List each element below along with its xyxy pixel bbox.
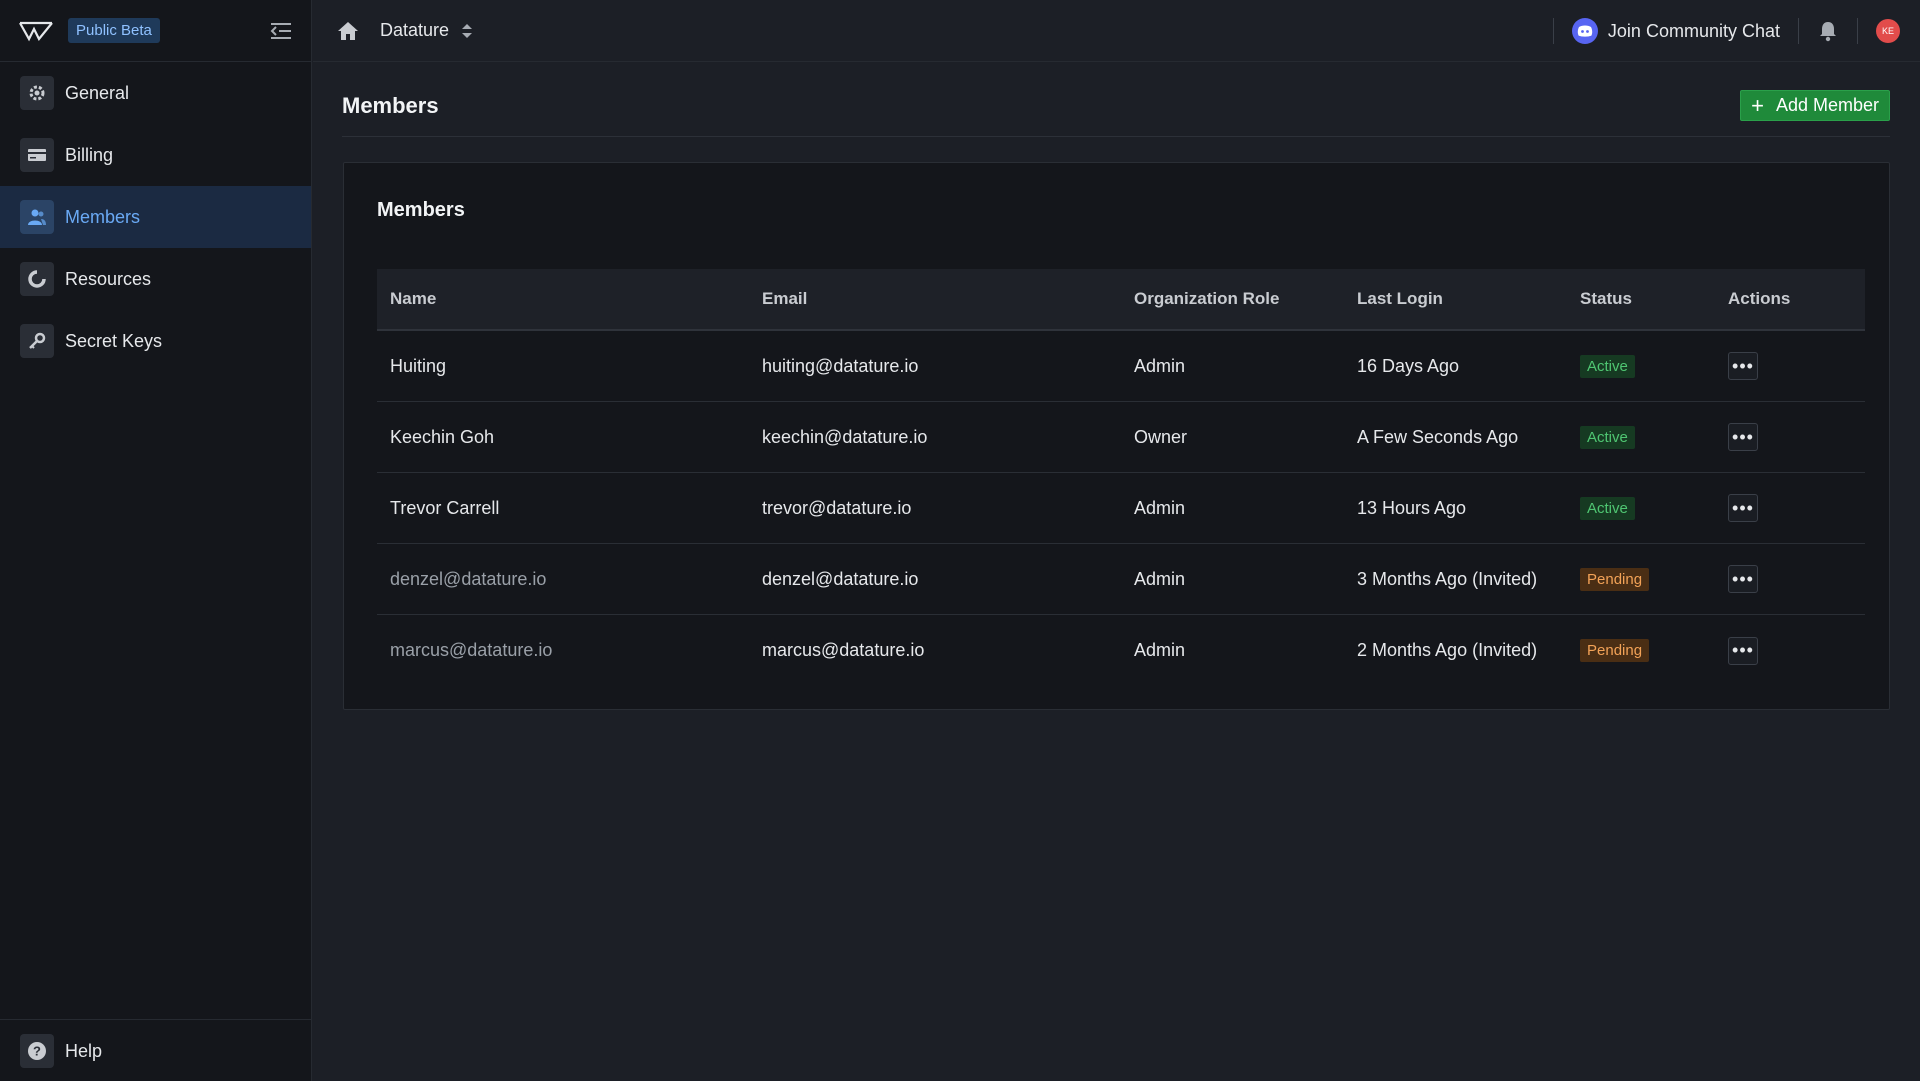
status-badge: Active: [1580, 496, 1635, 520]
main-content: Members + Add Member Members Name Email …: [313, 62, 1920, 1081]
more-actions-button[interactable]: •••: [1728, 636, 1758, 665]
table-row: Trevor Carrell trevor@datature.io Admin …: [377, 473, 1865, 544]
table-row: Huiting huiting@datature.io Admin 16 Day…: [377, 331, 1865, 402]
discord-icon: [1571, 18, 1598, 44]
member-email: trevor@datature.io: [762, 497, 912, 518]
datature-logo[interactable]: [18, 19, 54, 43]
member-role: Admin: [1134, 497, 1186, 518]
svg-text:?: ?: [33, 1044, 41, 1059]
member-last-login: 3 Months Ago (Invited): [1357, 568, 1538, 589]
plus-icon: +: [1751, 92, 1764, 118]
pie-chart-icon: [20, 262, 54, 296]
sidebar-item-label: Resources: [65, 268, 152, 289]
member-role: Owner: [1134, 426, 1188, 447]
column-header-email: Email: [762, 289, 808, 308]
sidebar-item-resources[interactable]: Resources: [0, 248, 311, 310]
app-root: Public Beta General Billing Members Reso…: [0, 0, 1920, 1081]
gear-icon: [20, 76, 54, 110]
member-name: marcus@datature.io: [390, 640, 553, 660]
sidebar-item-secret-keys[interactable]: Secret Keys: [0, 310, 311, 372]
member-email: huiting@datature.io: [762, 355, 919, 376]
member-role: Admin: [1134, 640, 1186, 660]
key-icon: [20, 324, 54, 358]
help-icon: ?: [20, 1034, 54, 1068]
member-last-login: 13 Hours Ago: [1357, 497, 1467, 518]
column-header-actions: Actions: [1728, 289, 1791, 308]
column-header-role: Organization Role: [1134, 289, 1280, 308]
divider: [1857, 18, 1858, 44]
member-name: Huiting: [390, 355, 447, 376]
ellipsis-icon: •••: [1732, 568, 1754, 589]
status-badge: Active: [1580, 425, 1635, 449]
add-member-label: Add Member: [1775, 95, 1879, 115]
sidebar-item-billing[interactable]: Billing: [0, 124, 311, 186]
column-header-last-login: Last Login: [1357, 289, 1443, 308]
sidebar-item-label: Members: [65, 206, 141, 227]
users-icon: [20, 200, 54, 234]
ellipsis-icon: •••: [1732, 426, 1754, 447]
column-header-name: Name: [390, 289, 437, 308]
card-title: Members: [377, 199, 465, 221]
member-name: Keechin Goh: [390, 426, 495, 447]
member-name: denzel@datature.io: [390, 568, 547, 589]
sidebar-footer: ? Help: [0, 1019, 311, 1081]
member-email: denzel@datature.io: [762, 568, 919, 589]
member-email: marcus@datature.io: [762, 640, 925, 660]
column-header-status: Status: [1580, 289, 1632, 308]
join-community-chat-button[interactable]: Join Community Chat: [1554, 18, 1798, 44]
table-row: marcus@datature.io marcus@datature.io Ad…: [377, 615, 1865, 686]
status-badge: Pending: [1580, 567, 1650, 591]
members-table: Name Email Organization Role Last Login …: [377, 269, 1865, 686]
ellipsis-icon: •••: [1732, 355, 1754, 376]
more-actions-button[interactable]: •••: [1728, 352, 1758, 380]
sidebar-item-members[interactable]: Members: [0, 186, 311, 248]
credit-card-icon: [20, 138, 54, 172]
status-badge: Pending: [1580, 639, 1650, 662]
ellipsis-icon: •••: [1732, 497, 1754, 518]
status-badge: Active: [1580, 354, 1635, 378]
table-header: Name Email Organization Role Last Login …: [377, 269, 1865, 331]
member-role: Admin: [1134, 568, 1186, 589]
member-last-login: 16 Days Ago: [1357, 355, 1460, 376]
add-member-button[interactable]: + Add Member: [1740, 90, 1890, 121]
topbar: Datature Join Community Chat KE: [313, 0, 1920, 62]
sidebar-item-help[interactable]: ? Help: [0, 1020, 311, 1081]
home-icon[interactable]: [336, 19, 360, 43]
sidebar-item-label: General: [65, 82, 130, 103]
table-row: denzel@datature.io denzel@datature.io Ad…: [377, 544, 1865, 615]
more-actions-button[interactable]: •••: [1728, 565, 1758, 593]
join-community-chat-label: Join Community Chat: [1607, 20, 1780, 41]
sidebar: Public Beta General Billing Members Reso…: [0, 0, 312, 1081]
sidebar-item-label: Help: [65, 1040, 103, 1061]
more-actions-button[interactable]: •••: [1728, 494, 1758, 522]
org-switch-icon[interactable]: [461, 22, 473, 40]
member-name: Trevor Carrell: [390, 497, 500, 518]
member-role: Admin: [1134, 355, 1186, 376]
member-email: keechin@datature.io: [762, 426, 928, 447]
sidebar-item-general[interactable]: General: [0, 62, 311, 124]
sidebar-item-label: Billing: [65, 144, 114, 165]
notifications-button[interactable]: [1799, 20, 1857, 42]
sidebar-item-label: Secret Keys: [65, 330, 163, 351]
ellipsis-icon: •••: [1732, 640, 1754, 660]
member-last-login: A Few Seconds Ago: [1357, 426, 1519, 447]
more-actions-button[interactable]: •••: [1728, 423, 1758, 451]
member-last-login: 2 Months Ago (Invited): [1357, 640, 1538, 660]
avatar[interactable]: KE: [1876, 19, 1900, 43]
collapse-sidebar-icon[interactable]: [269, 20, 293, 42]
org-name[interactable]: Datature: [380, 20, 449, 41]
table-row: Keechin Goh keechin@datature.io Owner A …: [377, 402, 1865, 473]
public-beta-badge: Public Beta: [68, 18, 160, 43]
topbar-actions: Join Community Chat KE: [1552, 0, 1920, 62]
sidebar-header: Public Beta: [0, 0, 311, 62]
members-card: Members Name Email Organization Role Las…: [343, 162, 1890, 710]
bell-icon: [1820, 22, 1836, 42]
page-title: Members: [342, 93, 439, 118]
page-header: Members + Add Member: [342, 62, 1890, 137]
